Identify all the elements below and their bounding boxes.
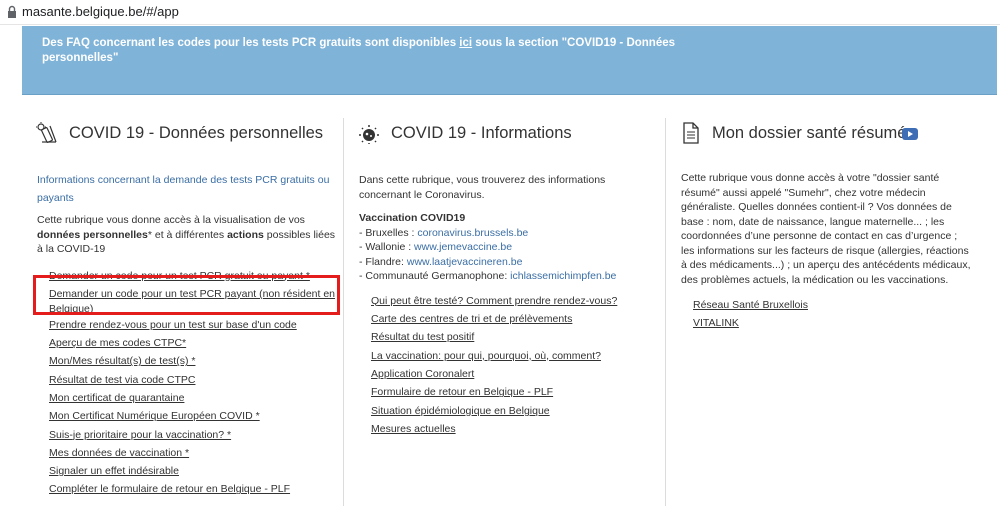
panel-description: Cette rubrique vous donne accès à votre … [681, 172, 971, 286]
link-eu-covid-certificate[interactable]: Mon Certificat Numérique Européen COVID … [49, 410, 260, 422]
region-label: - Wallonie : [359, 241, 415, 253]
list-item: Mes données de vaccination * [49, 443, 339, 461]
link-my-test-results[interactable]: Mon/Mes résultat(s) de test(s) * [49, 355, 195, 367]
panel-header: COVID 19 - Données personnelles [36, 118, 342, 152]
region-label: - Bruxelles : [359, 226, 418, 239]
link-epidemiological-situation[interactable]: Situation épidémiologique en Belgique [371, 405, 550, 417]
link-ctpc-codes-overview[interactable]: Aperçu de mes codes CTPC* [49, 337, 186, 349]
list-item: Signaler un effet indésirable [49, 461, 339, 479]
info-banner: Des FAQ concernant les codes pour les te… [22, 26, 997, 95]
list-item: Application Coronalert [371, 364, 661, 382]
list-item: Carte des centres de tri et de prélèveme… [371, 309, 661, 327]
region-row: - Bruxelles : coronavirus.brussels.be [359, 226, 659, 241]
info-links-list: Qui peut être testé? Comment prendre ren… [371, 291, 661, 438]
pcr-info-link[interactable]: Informations concernant la demande des t… [37, 174, 329, 204]
link-positive-test-result[interactable]: Résultat du test positif [371, 331, 474, 343]
desc-text: Cette rubrique vous donne accès à la vis… [37, 214, 305, 226]
list-item: Suis-je prioritaire pour la vaccination?… [49, 425, 339, 443]
region-row: - Communauté Germanophone: ichlassemichi… [359, 269, 659, 284]
list-item: Mon/Mes résultat(s) de test(s) * [49, 351, 339, 369]
panel-description: Cette rubrique vous donne accès à la vis… [37, 213, 337, 257]
link-wallonia[interactable]: www.jemevaccine.be [414, 241, 512, 253]
panel-header: COVID 19 - Informations [358, 118, 664, 152]
list-item: Formulaire de retour en Belgique - PLF [371, 382, 661, 400]
banner-text-before: Des FAQ concernant les codes pour les te… [42, 37, 460, 49]
vaccination-heading: Vaccination COVID19 [359, 212, 466, 224]
desc-bold: actions [227, 228, 264, 241]
list-item: Aperçu de mes codes CTPC* [49, 333, 339, 351]
link-plf-form[interactable]: Compléter le formulaire de retour en Bel… [49, 483, 290, 495]
region-label: - Communauté Germanophone: [359, 270, 511, 282]
link-vaccination-priority[interactable]: Suis-je prioritaire pour la vaccination?… [49, 429, 231, 441]
link-current-measures[interactable]: Mesures actuelles [371, 423, 456, 435]
banner-faq-link[interactable]: ici [459, 37, 472, 49]
list-item: Prendre rendez-vous pour un test sur bas… [49, 315, 339, 333]
link-coronalert-app[interactable]: Application Coronalert [371, 368, 474, 380]
list-item: Situation épidémiologique en Belgique [371, 401, 661, 419]
url-text[interactable]: masante.belgique.be/#/app [22, 4, 179, 19]
document-icon [683, 122, 699, 144]
panel-covid-info: COVID 19 - Informations Dans cette rubri… [344, 118, 664, 438]
link-brussels[interactable]: coronavirus.brussels.be [417, 227, 528, 239]
covid-test-icon [36, 122, 57, 143]
link-flanders[interactable]: www.laatjevaccineren.be [407, 256, 523, 268]
health-links-list: Réseau Santé Bruxellois VITALINK [693, 295, 973, 332]
link-book-test-appointment[interactable]: Prendre rendez-vous pour un test sur bas… [49, 319, 297, 331]
list-item: Qui peut être testé? Comment prendre ren… [371, 291, 661, 309]
link-plf-form[interactable]: Formulaire de retour en Belgique - PLF [371, 386, 553, 398]
panel-description: Dans cette rubrique, vous trouverez des … [359, 174, 606, 201]
list-item: Mon Certificat Numérique Européen COVID … [49, 406, 339, 424]
desc-bold: données personnelles [37, 228, 148, 241]
link-vaccination-data[interactable]: Mes données de vaccination * [49, 447, 189, 459]
list-item: Mon certificat de quarantaine [49, 388, 339, 406]
panel-title: COVID 19 - Données personnelles [69, 124, 324, 142]
lock-icon [8, 5, 16, 18]
link-german-community[interactable]: ichlassemichimpfen.be [510, 270, 616, 282]
list-item: Réseau Santé Bruxellois [693, 295, 973, 313]
list-item: Résultat de test via code CTPC [49, 370, 339, 388]
banner-text: Des FAQ concernant les codes pour les te… [42, 36, 682, 66]
link-testing-centers-map[interactable]: Carte des centres de tri et de prélèveme… [371, 313, 572, 325]
list-item: La vaccination: pour qui, pourquoi, où, … [371, 346, 661, 364]
link-vaccination-info[interactable]: La vaccination: pour qui, pourquoi, où, … [371, 350, 601, 362]
list-item: Mesures actuelles [371, 419, 661, 437]
list-item: Résultat du test positif [371, 327, 661, 345]
panel-title: COVID 19 - Informations [391, 124, 572, 142]
youtube-icon[interactable] [902, 128, 918, 140]
link-who-can-be-tested[interactable]: Qui peut être testé? Comment prendre ren… [371, 295, 617, 307]
panel-header: Mon dossier santé résumé [680, 118, 986, 152]
list-item: VITALINK [693, 313, 973, 331]
panel-title: Mon dossier santé résumé [712, 124, 907, 142]
link-quarantine-certificate[interactable]: Mon certificat de quarantaine [49, 392, 184, 404]
desc-text: * et à différentes [147, 228, 228, 241]
panel-health-summary: Mon dossier santé résumé Cette rubrique … [666, 118, 986, 332]
virus-icon [359, 125, 379, 144]
link-reseau-sante-bruxellois[interactable]: Réseau Santé Bruxellois [693, 299, 808, 311]
region-label: - Flandre: [359, 255, 407, 268]
list-item: Compléter le formulaire de retour en Bel… [49, 479, 339, 497]
address-bar[interactable]: masante.belgique.be/#/app [0, 0, 1000, 25]
vaccination-regions: - Bruxelles : coronavirus.brussels.be - … [359, 226, 659, 284]
region-row: - Wallonie : www.jemevaccine.be [359, 240, 659, 255]
region-row: - Flandre: www.laatjevaccineren.be [359, 255, 659, 270]
link-result-via-ctpc[interactable]: Résultat de test via code CTPC [49, 374, 195, 386]
highlight-box [33, 275, 340, 315]
link-vitalink[interactable]: VITALINK [693, 317, 739, 329]
link-report-side-effect[interactable]: Signaler un effet indésirable [49, 465, 179, 477]
